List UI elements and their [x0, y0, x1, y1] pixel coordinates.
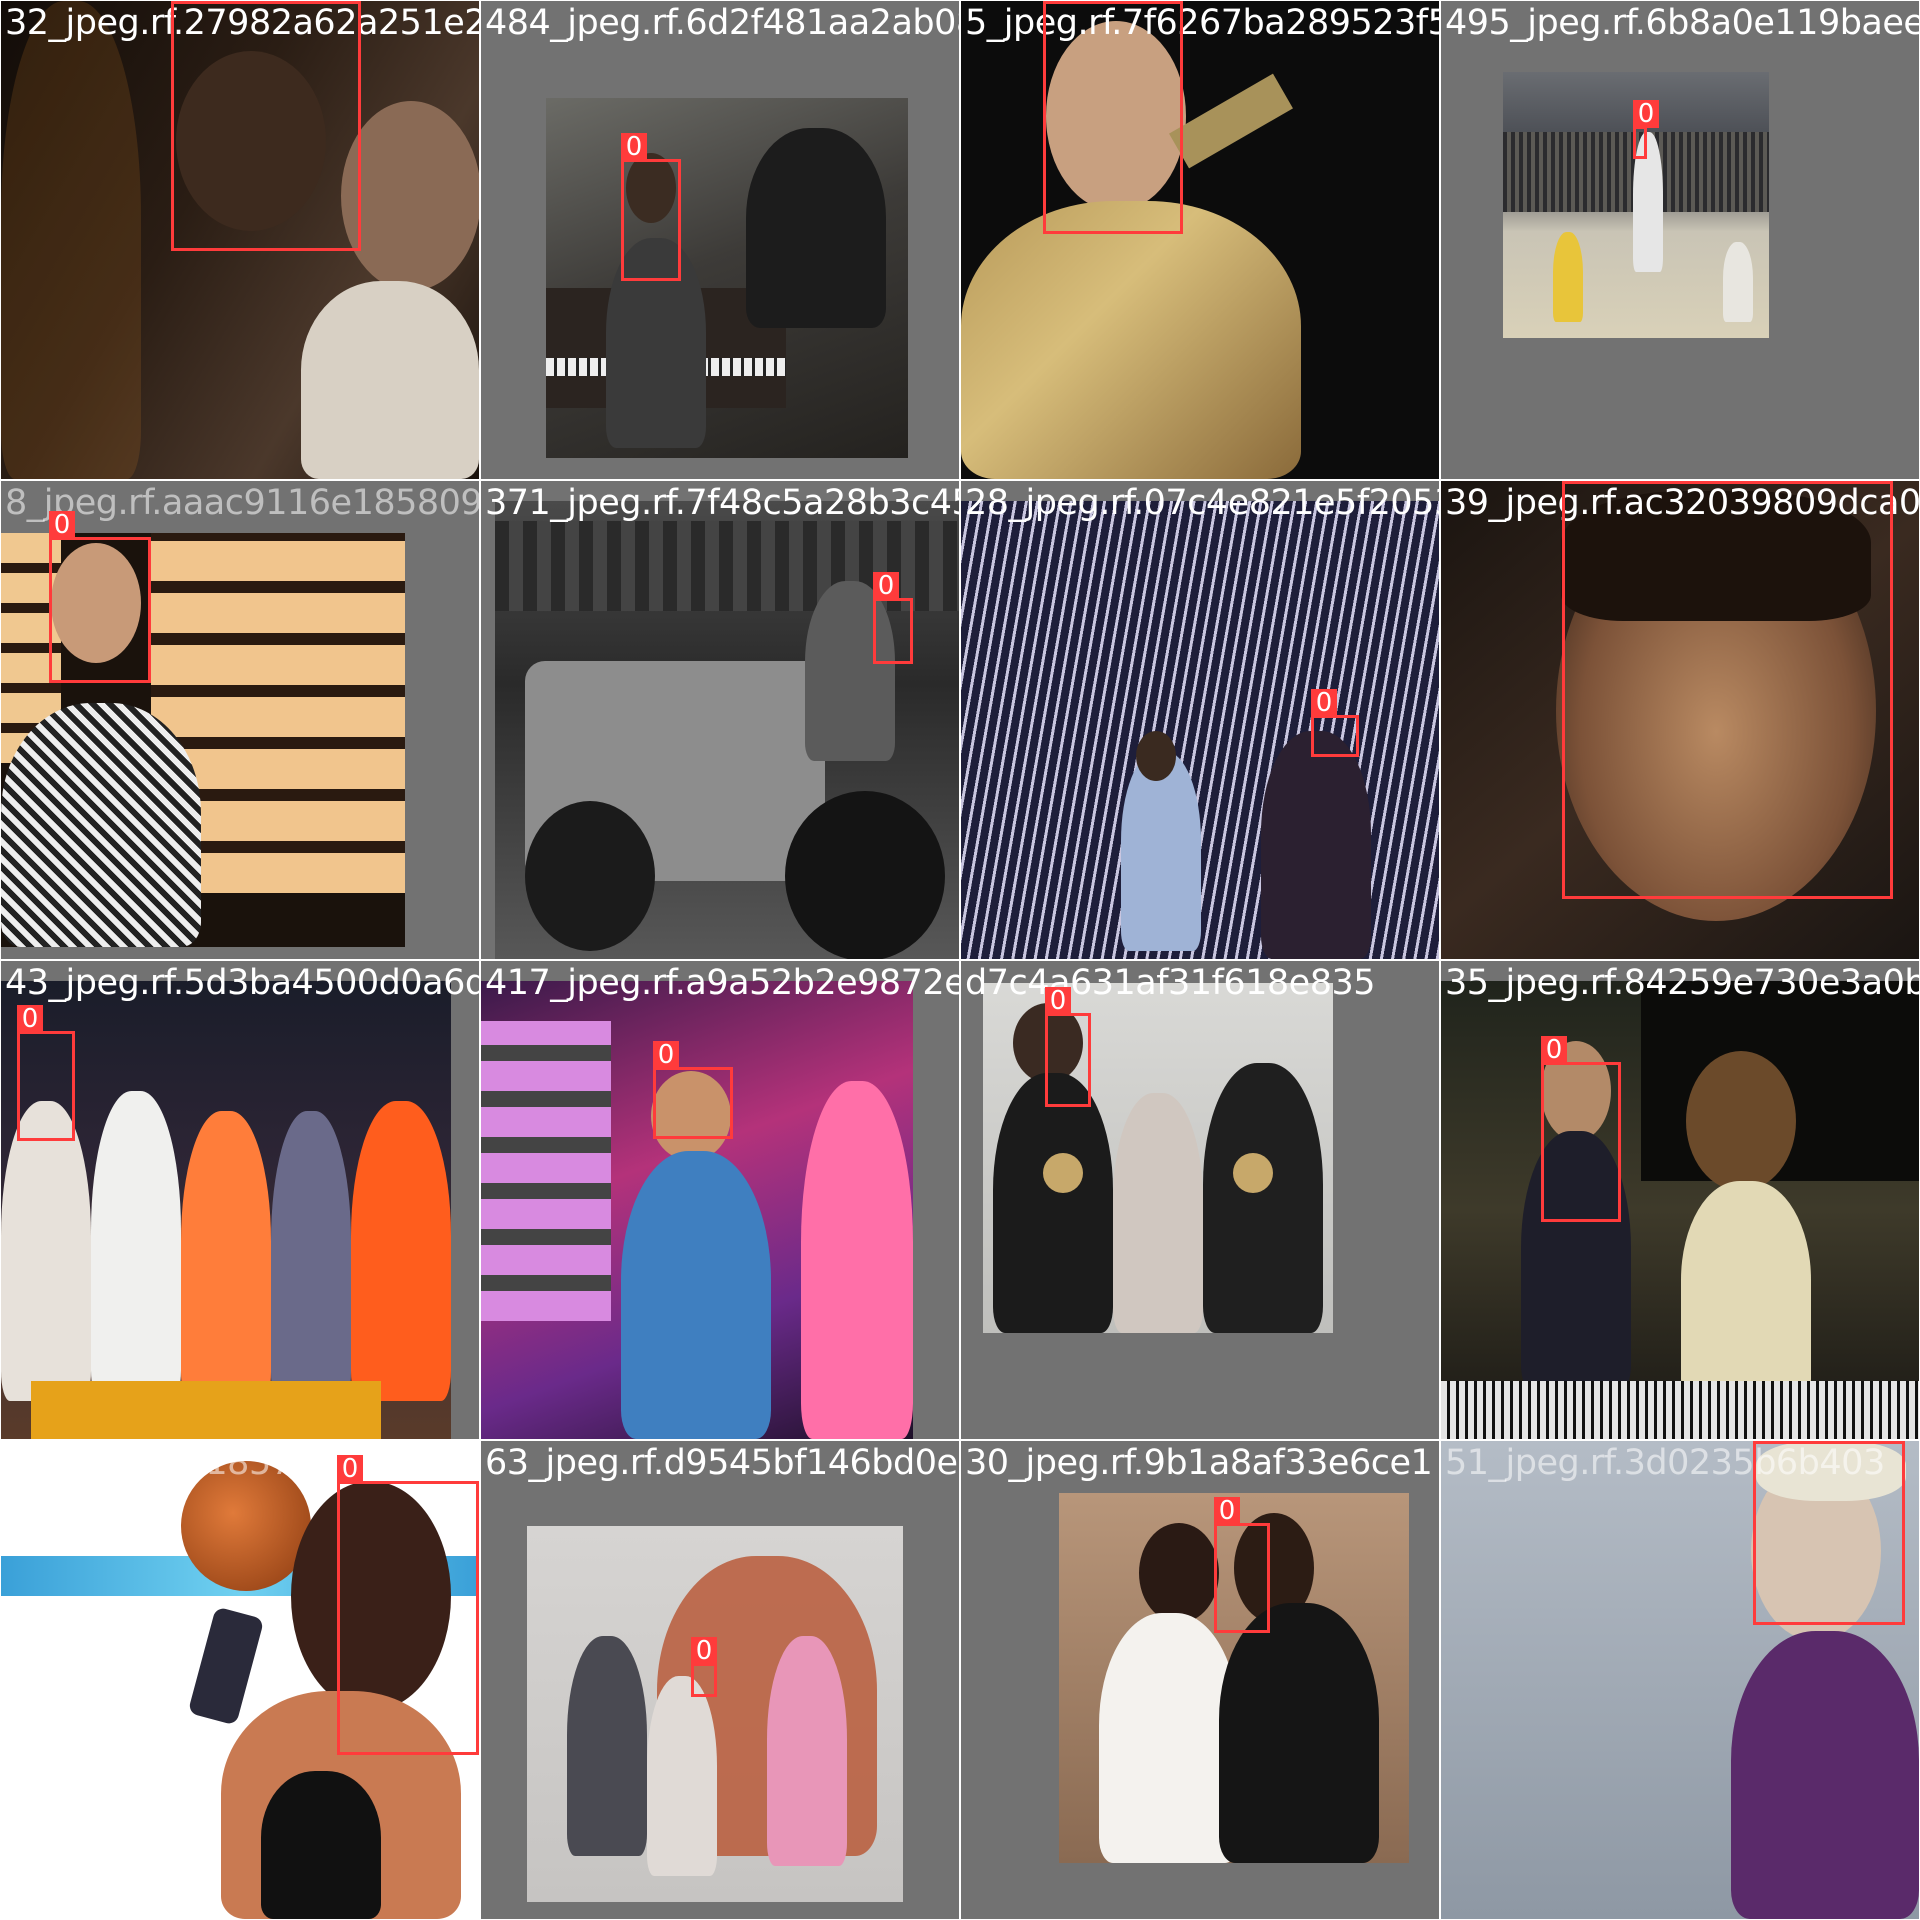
tile-12: 35_jpeg.rf.84259e730e3a0b 0: [1441, 961, 1919, 1439]
face-bounding-box: 0: [653, 1041, 733, 1139]
class-label: 0: [1045, 987, 1071, 1015]
class-label: 0: [653, 1041, 679, 1069]
class-label: 0: [1214, 1497, 1240, 1525]
face-bounding-box: 0: [1562, 481, 1893, 899]
class-label: 0: [17, 1005, 43, 1033]
image-filename: d7c4a631af31f618e835: [965, 963, 1376, 1003]
class-label: 0: [171, 1, 197, 3]
image-filename: 5_jpeg.rf.7f6267ba289523f5f79e: [965, 3, 1439, 43]
image-filename: 28_jpeg.rf.07c4e821e5f2053: [965, 483, 1439, 523]
class-label: 0: [337, 1455, 363, 1483]
image-filename: 63_jpeg.rf.d9545bf146bd0e: [485, 1443, 958, 1483]
face-bounding-box: 0: [1753, 1441, 1905, 1625]
detection-mosaic: 32_jpeg.rf.27982a62a251e2e 0 484_jpeg.rf…: [0, 0, 1920, 1920]
class-label: 0: [49, 511, 75, 539]
photo: [1441, 981, 1919, 1439]
image-filename: 30_jpeg.rf.9b1a8af33e6ce1: [965, 1443, 1433, 1483]
tile-2: 484_jpeg.rf.6d2f481aa2ab0871f5 0: [481, 1, 959, 479]
face-bounding-box: 0: [873, 572, 913, 664]
tile-1: 32_jpeg.rf.27982a62a251e2e 0: [1, 1, 479, 479]
class-label: 0: [1311, 689, 1337, 717]
image-filename: 417_jpeg.rf.a9a52b2e9872e47: [485, 963, 959, 1003]
tile-4: 495_jpeg.rf.6b8a0e119baee 0: [1441, 1, 1919, 479]
image-filename: 371_jpeg.rf.7f48c5a28b3c452: [485, 483, 959, 523]
face-bounding-box: 0: [1214, 1497, 1270, 1633]
tile-5: 8_jpeg.rf.aaac9116e18580937 0: [1, 481, 479, 959]
class-label: 0: [1633, 100, 1659, 128]
tile-3: 5_jpeg.rf.7f6267ba289523f5f79e 0: [961, 1, 1439, 479]
face-bounding-box: 0: [49, 511, 151, 683]
class-label: 0: [873, 572, 899, 600]
class-label: 0: [621, 133, 647, 161]
photo: [961, 501, 1439, 959]
tile-6: 371_jpeg.rf.7f48c5a28b3c452 0: [481, 481, 959, 959]
class-label: 0: [691, 1637, 717, 1665]
face-bounding-box: 0: [17, 1005, 75, 1141]
tile-13: 1_jpeg.rf.0318578f106432fa 0: [1, 1441, 479, 1919]
face-bounding-box: 0: [1541, 1036, 1621, 1222]
face-bounding-box: 0: [171, 1, 361, 251]
tile-15: 30_jpeg.rf.9b1a8af33e6ce1 0: [961, 1441, 1439, 1919]
face-bounding-box: 0: [691, 1637, 717, 1697]
tile-14: 63_jpeg.rf.d9545bf146bd0e 0: [481, 1441, 959, 1919]
class-label: 0: [1541, 1036, 1567, 1064]
photo: [961, 1, 1439, 479]
photo: [527, 1526, 903, 1902]
image-filename: 8_jpeg.rf.aaac9116e18580937: [5, 483, 479, 523]
photo: [481, 981, 913, 1439]
tile-8: 39_jpeg.rf.ac32039809dca0e13 0: [1441, 481, 1919, 959]
image-filename: 1_jpeg.rf.0318578f106432fa: [5, 1443, 479, 1483]
image-filename: 43_jpeg.rf.5d3ba4500d0a6d84: [5, 963, 479, 1003]
photo: [546, 98, 908, 458]
face-bounding-box: 0: [337, 1455, 479, 1755]
tile-16: 51_jpeg.rf.3d0235b6b403 0: [1441, 1441, 1919, 1919]
tile-11: d7c4a631af31f618e835 0: [961, 961, 1439, 1439]
face-bounding-box: 0: [1633, 100, 1659, 159]
face-bounding-box: 0: [1045, 987, 1091, 1107]
face-bounding-box: 0: [1043, 1, 1183, 234]
class-label: 0: [1753, 1441, 1779, 1443]
class-label: 0: [1562, 481, 1588, 483]
photo: [983, 983, 1333, 1333]
photo: [495, 501, 959, 959]
face-bounding-box: 0: [1311, 689, 1359, 757]
tile-9: 43_jpeg.rf.5d3ba4500d0a6d84 0: [1, 961, 479, 1439]
tile-7: 28_jpeg.rf.07c4e821e5f2053 0: [961, 481, 1439, 959]
class-label: 0: [1043, 1, 1069, 3]
face-bounding-box: 0: [621, 133, 681, 281]
image-filename: 484_jpeg.rf.6d2f481aa2ab0871f5: [485, 3, 959, 43]
tile-10: 417_jpeg.rf.a9a52b2e9872e47 0: [481, 961, 959, 1439]
image-filename: 495_jpeg.rf.6b8a0e119baee: [1445, 3, 1919, 43]
image-filename: 35_jpeg.rf.84259e730e3a0b: [1445, 963, 1919, 1003]
